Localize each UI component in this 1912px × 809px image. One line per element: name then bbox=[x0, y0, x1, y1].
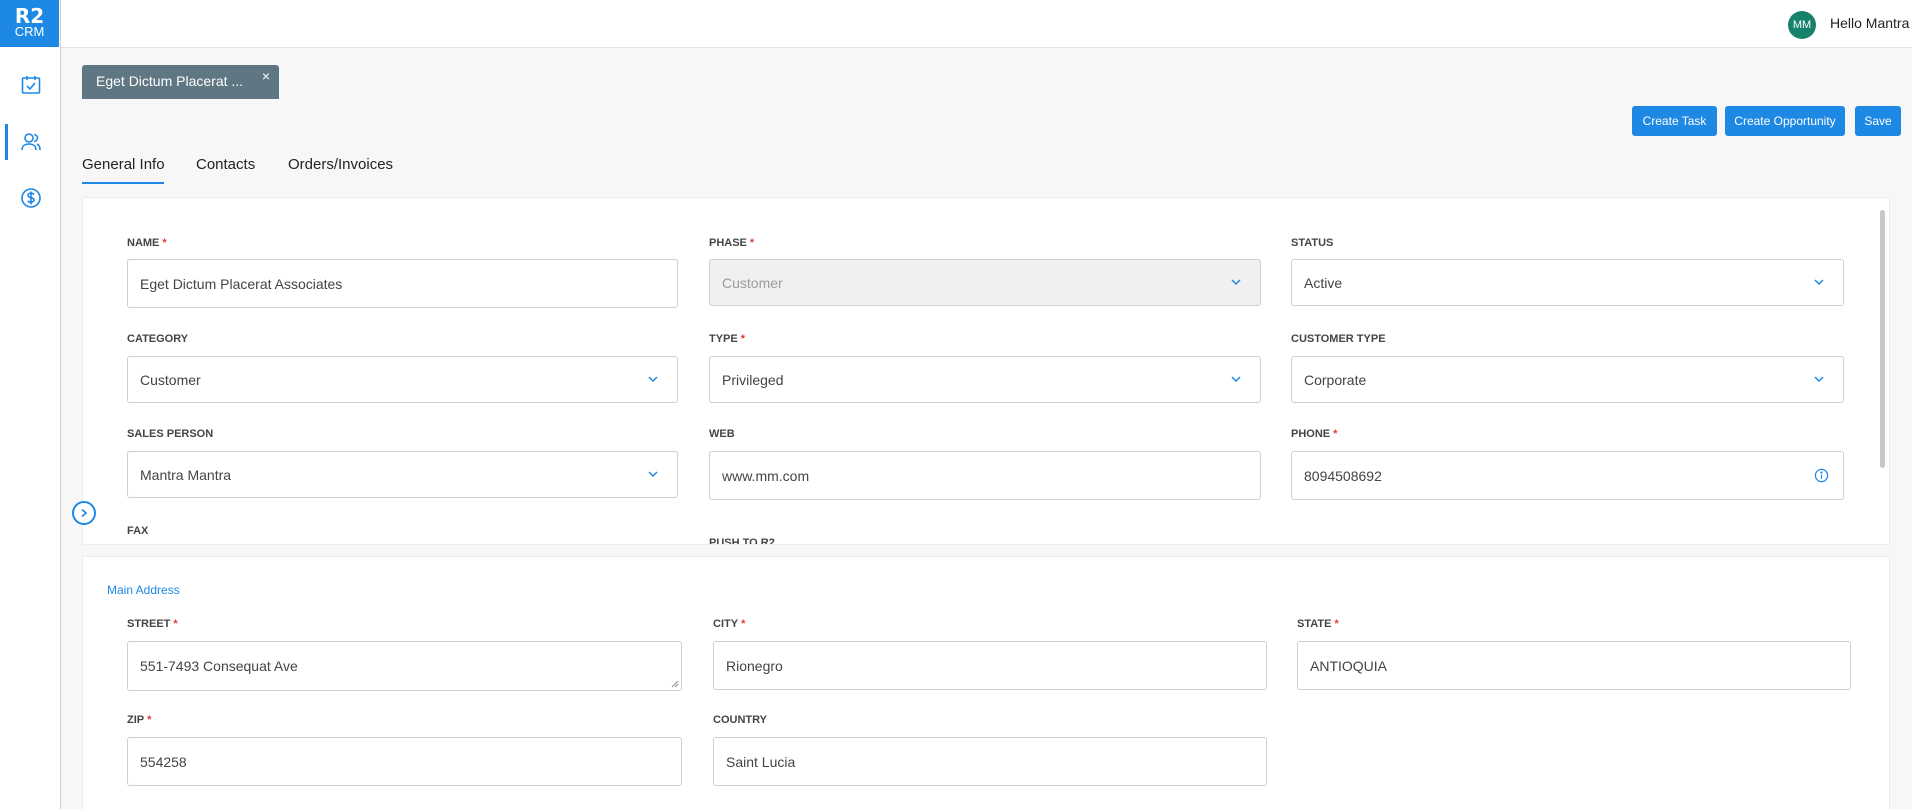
create-task-button[interactable]: Create Task bbox=[1632, 106, 1717, 136]
state-field[interactable]: ANTIOQUIA bbox=[1297, 641, 1851, 690]
city-field[interactable]: Rionegro bbox=[713, 641, 1267, 690]
active-tab-indicator bbox=[82, 182, 164, 184]
country-label: COUNTRY bbox=[713, 714, 767, 726]
street-label: STREET * bbox=[127, 618, 178, 630]
street-textarea[interactable]: 551-7493 Consequat Ave bbox=[127, 641, 682, 691]
sales-person-select[interactable]: Mantra Mantra bbox=[127, 451, 678, 498]
close-icon[interactable]: × bbox=[262, 68, 270, 84]
main-address-title: Main Address bbox=[107, 583, 180, 597]
web-label: WEB bbox=[709, 428, 735, 440]
tab-contacts[interactable]: Contacts bbox=[196, 156, 255, 173]
push-to-r2-label: PUSH TO R2 bbox=[709, 537, 775, 545]
chevron-right-icon bbox=[81, 508, 88, 518]
avatar[interactable]: MM bbox=[1788, 11, 1816, 39]
sidebar-item-sales[interactable] bbox=[0, 178, 61, 218]
status-label: STATUS bbox=[1291, 237, 1334, 249]
web-field[interactable]: www.mm.com bbox=[709, 451, 1261, 500]
phase-select: Customer bbox=[709, 259, 1261, 306]
phone-field[interactable]: 8094508692 bbox=[1291, 451, 1844, 500]
general-info-panel: NAME * Eget Dictum Placerat Associates PH… bbox=[82, 197, 1890, 545]
logo-subtext: CRM bbox=[14, 24, 45, 39]
phase-label: PHASE * bbox=[709, 237, 755, 249]
create-opportunity-button[interactable]: Create Opportunity bbox=[1725, 106, 1845, 136]
chevron-down-icon bbox=[648, 376, 658, 383]
tab-orders-invoices[interactable]: Orders/Invoices bbox=[288, 156, 393, 173]
save-button[interactable]: Save bbox=[1855, 106, 1901, 136]
state-label: STATE * bbox=[1297, 618, 1339, 630]
status-select[interactable]: Active bbox=[1291, 259, 1844, 306]
info-icon[interactable] bbox=[1814, 468, 1829, 483]
sidebar-item-tasks[interactable] bbox=[0, 65, 61, 105]
record-tab[interactable]: Eget Dictum Placerat ... × bbox=[82, 65, 279, 99]
country-field[interactable]: Saint Lucia bbox=[713, 737, 1267, 786]
logo-text: R2 bbox=[14, 4, 45, 28]
address-panel: Main Address STREET * 551-7493 Consequat … bbox=[82, 556, 1890, 809]
chevron-down-icon bbox=[1231, 279, 1241, 286]
zip-label: ZIP * bbox=[127, 714, 152, 726]
type-select[interactable]: Privileged bbox=[709, 356, 1261, 403]
expand-sidebar-button[interactable] bbox=[72, 501, 96, 525]
chevron-down-icon bbox=[1814, 279, 1824, 286]
panel-scrollbar[interactable] bbox=[1880, 210, 1885, 468]
category-select[interactable]: Customer bbox=[127, 356, 678, 403]
customer-type-label: CUSTOMER TYPE bbox=[1291, 333, 1386, 345]
tab-general-info[interactable]: General Info bbox=[82, 156, 165, 173]
chevron-down-icon bbox=[1231, 376, 1241, 383]
fax-label: FAX bbox=[127, 525, 149, 537]
chevron-down-icon bbox=[1814, 376, 1824, 383]
name-label: NAME * bbox=[127, 237, 167, 249]
dollar-circle-icon bbox=[20, 188, 41, 208]
sidebar-item-contacts[interactable] bbox=[0, 122, 61, 162]
greeting-text: Hello Mantra bbox=[1830, 15, 1910, 31]
phone-label: PHONE * bbox=[1291, 428, 1338, 440]
sales-person-label: SALES PERSON bbox=[127, 428, 214, 440]
users-icon bbox=[20, 133, 41, 151]
record-tab-label: Eget Dictum Placerat ... bbox=[96, 73, 244, 89]
app-logo[interactable]: R2 CRM bbox=[0, 0, 59, 47]
chevron-down-icon bbox=[648, 471, 658, 478]
calendar-check-icon bbox=[21, 76, 40, 94]
sidebar: R2 CRM bbox=[0, 0, 61, 809]
top-header: MM Hello Mantra bbox=[61, 0, 1912, 48]
resize-handle-icon[interactable] bbox=[671, 680, 679, 688]
customer-type-select[interactable]: Corporate bbox=[1291, 356, 1844, 403]
category-label: CATEGORY bbox=[127, 333, 189, 345]
name-field[interactable]: Eget Dictum Placerat Associates bbox=[127, 259, 678, 308]
zip-field[interactable]: 554258 bbox=[127, 737, 682, 786]
city-label: CITY * bbox=[713, 618, 746, 630]
type-label: TYPE * bbox=[709, 333, 746, 345]
